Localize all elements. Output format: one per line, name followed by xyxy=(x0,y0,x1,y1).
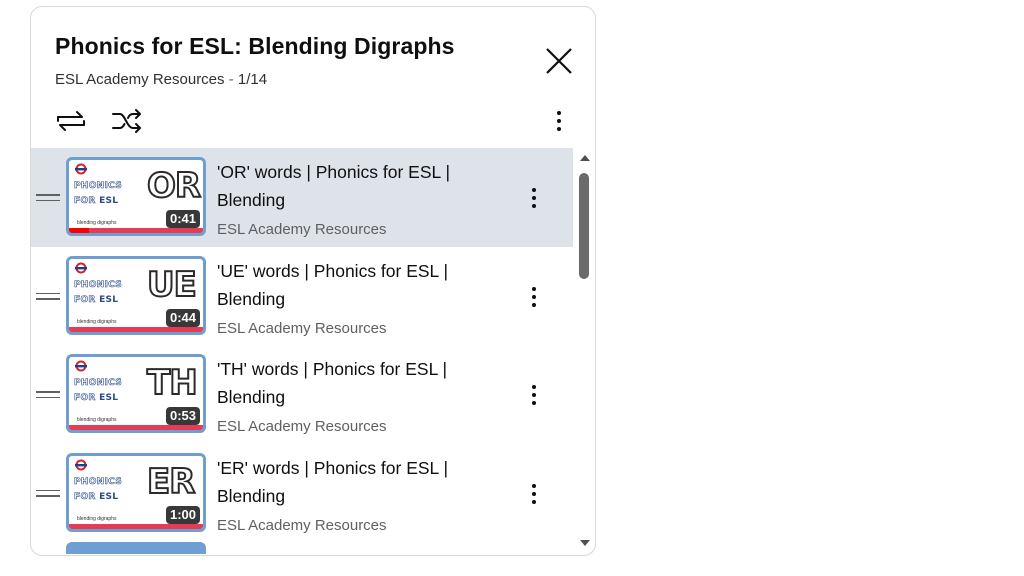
more-vert-icon xyxy=(521,381,547,409)
thumb-digraph: TH xyxy=(146,362,199,404)
video-thumbnail[interactable]: PHONICS FOR ESL UE blending digraphs 0:4… xyxy=(66,255,206,335)
video-thumbnail[interactable]: PHONICS FOR ESL TH blending digraphs 0:5… xyxy=(66,354,206,433)
scroll-down-arrow-icon[interactable] xyxy=(580,540,590,546)
close-button[interactable] xyxy=(541,43,577,79)
playlist-item[interactable]: PHONICS FOR ESL TH blending digraphs 0:5… xyxy=(31,345,573,444)
thumb-digraph: OR xyxy=(146,165,202,207)
drag-handle-icon[interactable] xyxy=(36,391,60,401)
loop-icon xyxy=(57,111,85,131)
video-channel[interactable]: ESL Academy Resources xyxy=(217,320,387,337)
more-vert-icon xyxy=(521,480,547,508)
more-vert-icon xyxy=(521,184,547,212)
playlist-channel[interactable]: ESL Academy Resources xyxy=(55,71,225,88)
thumb-caption: blending digraphs xyxy=(77,220,117,226)
video-duration: 0:53 xyxy=(165,407,200,425)
thumb-caption: blending digraphs xyxy=(77,318,117,325)
close-icon xyxy=(546,48,572,74)
item-menu-button[interactable] xyxy=(521,283,547,311)
thumb-for-esl-text: FOR ESL xyxy=(74,393,119,404)
playlist-items: PHONICS FOR ESL OR blending digraphs 0:4… xyxy=(31,148,573,555)
video-title[interactable]: 'UE' words | Phonics for ESL | Blending xyxy=(217,257,487,313)
video-title[interactable]: 'OR' words | Phonics for ESL | Blending xyxy=(217,158,487,214)
thumb-for-esl-text: FOR ESL xyxy=(74,196,119,207)
drag-handle-icon[interactable] xyxy=(36,292,60,303)
more-vert-icon xyxy=(541,105,577,137)
underground-logo-icon xyxy=(75,262,87,273)
more-vert-icon xyxy=(521,283,547,311)
video-duration: 0:41 xyxy=(165,210,200,228)
item-menu-button[interactable] xyxy=(521,480,547,508)
video-channel[interactable]: ESL Academy Resources xyxy=(217,517,387,534)
playlist-menu-button[interactable] xyxy=(541,105,577,137)
playlist-panel: Phonics for ESL: Blending Digraphs ESL A… xyxy=(30,6,596,556)
item-menu-button[interactable] xyxy=(521,184,547,212)
video-title[interactable]: 'ER' words | Phonics for ESL | Blending xyxy=(217,454,487,510)
next-item-thumbnail-peek xyxy=(66,542,206,554)
thumbnail-bottom-bar xyxy=(69,523,203,529)
scrollbar-thumb[interactable] xyxy=(579,173,589,279)
underground-logo-icon xyxy=(75,360,87,372)
playlist-position: 1/14 xyxy=(237,71,268,88)
thumbnail-bottom-bar xyxy=(69,228,203,233)
playlist-title[interactable]: Phonics for ESL: Blending Digraphs xyxy=(55,33,455,60)
video-channel[interactable]: ESL Academy Resources xyxy=(217,418,387,435)
thumbnail-bottom-bar xyxy=(69,425,203,430)
thumb-phonics-text: PHONICS xyxy=(74,181,123,192)
underground-logo-icon xyxy=(75,459,87,470)
thumb-caption: blending digraphs xyxy=(77,515,117,522)
shuffle-icon xyxy=(112,109,141,133)
video-duration: 0:44 xyxy=(165,308,200,327)
thumb-phonics-text: PHONICS xyxy=(74,279,123,290)
scroll-up-arrow-icon[interactable] xyxy=(580,155,590,161)
playlist-item[interactable]: PHONICS FOR ESL ER blending digraphs 1:0… xyxy=(31,444,573,543)
loop-button[interactable] xyxy=(53,105,89,137)
watch-progress-bar xyxy=(69,228,90,233)
shuffle-button[interactable] xyxy=(109,105,145,137)
thumb-phonics-text: PHONICS xyxy=(74,378,123,389)
drag-handle-icon[interactable] xyxy=(36,194,60,204)
drag-handle-icon[interactable] xyxy=(36,489,60,500)
playlist-subtitle: ESL Academy Resources - 1/14 xyxy=(55,71,267,88)
video-channel[interactable]: ESL Academy Resources xyxy=(217,221,387,238)
thumb-digraph: UE xyxy=(146,264,198,306)
thumb-for-esl-text: FOR ESL xyxy=(74,491,119,502)
scrollbar[interactable] xyxy=(575,148,593,555)
thumb-phonics-text: PHONICS xyxy=(74,476,123,487)
thumb-caption: blending digraphs xyxy=(77,417,117,423)
item-menu-button[interactable] xyxy=(521,381,547,409)
video-thumbnail[interactable]: PHONICS FOR ESL OR blending digraphs 0:4… xyxy=(66,157,206,236)
thumb-digraph: ER xyxy=(146,461,196,503)
playlist-item[interactable]: PHONICS FOR ESL UE blending digraphs 0:4… xyxy=(31,247,573,346)
underground-logo-icon xyxy=(75,163,87,175)
playlist-item[interactable]: PHONICS FOR ESL OR blending digraphs 0:4… xyxy=(31,148,573,247)
video-title[interactable]: 'TH' words | Phonics for ESL | Blending xyxy=(217,355,487,411)
video-thumbnail[interactable]: PHONICS FOR ESL ER blending digraphs 1:0… xyxy=(66,452,206,532)
subtitle-separator: - xyxy=(228,71,234,88)
thumb-for-esl-text: FOR ESL xyxy=(74,294,119,305)
video-duration: 1:00 xyxy=(165,505,200,524)
thumbnail-bottom-bar xyxy=(69,326,203,332)
